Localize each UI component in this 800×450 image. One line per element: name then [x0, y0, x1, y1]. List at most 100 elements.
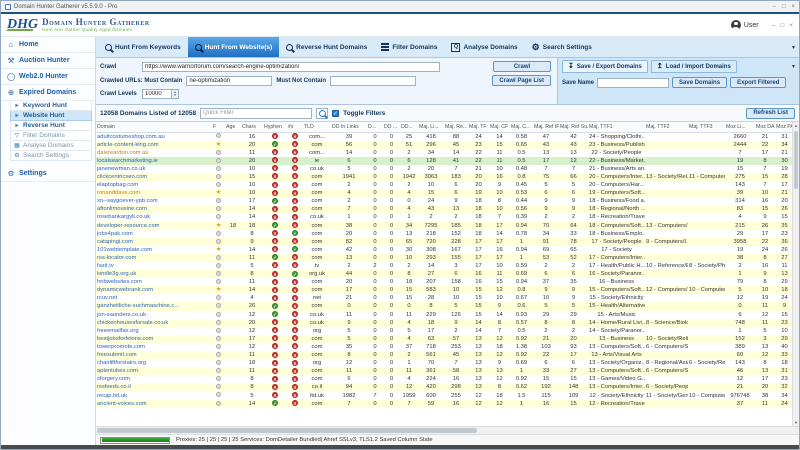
column-header-moz-da[interactable]: Moz DA: [755, 122, 775, 132]
table-row[interactable]: rssfeeds.co.il8✕✕co.il9400124202981380.6…: [96, 383, 794, 391]
dot-flag-icon[interactable]: [216, 368, 221, 373]
sidebar-item-settings[interactable]: ⚙Settings: [1, 166, 95, 182]
tab-reverse-hunt-domains[interactable]: Reverse Hunt Domains: [279, 37, 374, 57]
domain-link[interactable]: adultcostumeshop.com.au: [97, 134, 165, 140]
domain-link[interactable]: catapingi.com: [97, 239, 133, 245]
domain-link[interactable]: hnbwebsites.com: [97, 279, 142, 285]
domain-link[interactable]: jon-saunders.co.uk: [97, 312, 146, 318]
table-row[interactable]: ronanddave.com★10✕✕com400415619100.53661…: [96, 189, 794, 197]
dot-flag-icon[interactable]: [216, 214, 221, 219]
scroll-down-icon[interactable]: ▼: [793, 419, 799, 426]
domain-link[interactable]: xn--saygoever-ypb.com: [97, 198, 158, 204]
dot-flag-icon[interactable]: [216, 352, 221, 357]
dot-flag-icon[interactable]: [216, 263, 221, 268]
table-row[interactable]: freeemailfax.org12✕✕org50051721470.52214…: [96, 327, 794, 335]
dot-flag-icon[interactable]: [216, 239, 221, 244]
scroll-up-icon[interactable]: ▲: [793, 122, 799, 129]
star-icon[interactable]: ★: [216, 286, 222, 293]
table-row[interactable]: elaptopbag.com10✕✕com20021062090.455520 …: [96, 181, 794, 189]
search-icon[interactable]: [316, 108, 328, 119]
domain-link[interactable]: fazit.tv: [97, 263, 114, 269]
table-row[interactable]: recap.ltd.uk5✕✕ltd.uk1982701959600255121…: [96, 392, 794, 400]
column-header-maj-ttf3[interactable]: Maj. TTF3: [688, 122, 725, 132]
domain-link[interactable]: ronanddave.com: [97, 190, 140, 196]
dot-flag-icon[interactable]: [216, 336, 221, 341]
table-row[interactable]: jobs4pak.com8✕✓com20001321815218140.7834…: [96, 230, 794, 238]
domain-link[interactable]: chairliftforstairs.org: [97, 360, 146, 366]
refresh-list-button[interactable]: Refresh List: [746, 108, 795, 119]
dot-flag-icon[interactable]: [216, 401, 221, 406]
dot-flag-icon[interactable]: [216, 206, 221, 211]
tab-hunt-from-keywords[interactable]: Hunt From Keywords: [98, 37, 188, 57]
horizontal-scrollbar[interactable]: [96, 426, 799, 434]
table-row[interactable]: freesubmit.com11✕✕com80025614513120.9222…: [96, 351, 794, 359]
column-header-moz-li[interactable]: Moz Li...: [725, 122, 755, 132]
export-panel-caret-icon[interactable]: ▾: [792, 63, 795, 70]
domain-link[interactable]: 101webtemplate.com: [97, 247, 152, 253]
column-header-hyphen[interactable]: Hyphen: [263, 122, 287, 132]
quick-filter-input[interactable]: [200, 108, 312, 119]
column-header-maj-ttf2[interactable]: Maj. TTF2: [645, 122, 688, 132]
table-row[interactable]: rcuv.net4✕✕net210015281015100.6710915 - …: [96, 294, 794, 302]
column-header-chars[interactable]: Chars: [241, 122, 263, 132]
domain-link[interactable]: recap.ltd.uk: [97, 393, 127, 399]
dot-flag-icon[interactable]: [216, 320, 221, 325]
table-row[interactable]: bestjobsforfelons.com17✕✕com500463571312…: [96, 335, 794, 343]
close-button[interactable]: ×: [791, 4, 795, 10]
column-header-maj-ref-ips[interactable]: Maj. Ref IPs: [533, 122, 559, 132]
dot-flag-icon[interactable]: [216, 231, 221, 236]
domain-link[interactable]: aplentubes.com: [97, 368, 138, 374]
dot-flag-icon[interactable]: [216, 360, 221, 365]
crawl-url-input[interactable]: [142, 62, 440, 72]
dot-flag-icon[interactable]: [216, 384, 221, 389]
crawl-button[interactable]: Crawl: [493, 61, 551, 72]
domain-link[interactable]: ancient-voices.com: [97, 401, 147, 407]
dot-flag-icon[interactable]: [216, 182, 221, 187]
domain-link[interactable]: rosebankargyll.co.uk: [97, 214, 150, 220]
table-row[interactable]: adultcostumeshop.com.au16✕✕com...3900254…: [96, 132, 794, 141]
domain-link[interactable]: jobs4pak.com: [97, 231, 133, 237]
column-header-maj-cf[interactable]: Maj. CF: [489, 122, 510, 132]
domain-link[interactable]: janenewman.co.uk: [97, 166, 145, 172]
column-header-maj-re[interactable]: Maj. Re...: [444, 122, 468, 132]
dot-flag-icon[interactable]: [216, 271, 221, 276]
domain-link[interactable]: freeemailfax.org: [97, 328, 139, 334]
column-header-maj-ref-su[interactable]: Maj. Ref Su...: [559, 122, 588, 132]
column-header-tld[interactable]: TLD: [303, 122, 331, 132]
star-icon[interactable]: ★: [216, 189, 222, 196]
sidebar-item-expired-domains[interactable]: ⊕Expired Domains: [1, 85, 95, 101]
column-header-age[interactable]: Age: [225, 122, 241, 132]
table-row[interactable]: aplentubes.com11✕✕com1100113615813131332…: [96, 367, 794, 375]
table-row[interactable]: hnbwebsites.com11✕✕com20001820715816150.…: [96, 278, 794, 286]
crawl-page-list-button[interactable]: Crawl Page List: [492, 75, 551, 86]
column-header-dd[interactable]: DD ...: [383, 122, 400, 132]
tab-search-settings[interactable]: ⚙Search Settings: [525, 37, 599, 57]
domain-link[interactable]: freesubmit.com: [97, 352, 137, 358]
table-row[interactable]: sforgery.com8✕✕com60042241613120.9215151…: [96, 375, 794, 383]
horizontal-scroll-thumb[interactable]: [97, 428, 477, 433]
sidebar-item-filter-domains[interactable]: ▽Filter Domains: [10, 131, 92, 141]
column-header-maj-c[interactable]: Maj. C...: [510, 122, 533, 132]
dot-flag-icon[interactable]: [216, 303, 221, 308]
tab-hunt-from-website-s[interactable]: Hunt From Website(s): [188, 37, 279, 57]
maximize-button[interactable]: □: [782, 4, 786, 10]
toolbar-overflow-caret-icon[interactable]: ▾: [792, 44, 799, 51]
export-filtered-button[interactable]: Export Filtered: [730, 77, 786, 88]
sidebar-item-website-hunt[interactable]: ▸Website Hunt: [10, 111, 92, 121]
table-row[interactable]: chickenhousesforsale.co.uk20✕✕co.uk90041…: [96, 319, 794, 327]
table-row[interactable]: xn--saygoever-ypb.com17✓✕com20002491880.…: [96, 197, 794, 205]
table-row[interactable]: dalereardon.com.au11✕✕com...140023414221…: [96, 149, 794, 157]
sidebar-item-keyword-hunt[interactable]: ▸Keyword Hunt: [10, 101, 92, 111]
dot-flag-icon[interactable]: [216, 150, 221, 155]
sidebar-item-analyse-domains[interactable]: ▦Analyse Domains: [10, 141, 92, 151]
table-row[interactable]: developer-resource.com★1818✓✕com38003472…: [96, 222, 794, 230]
sidebar-item-reverse-hunt[interactable]: ▸Reverse Hunt: [10, 121, 92, 131]
dot-flag-icon[interactable]: [216, 328, 221, 333]
table-row[interactable]: kindle3g.org.uk8✕✓org.uk4400827616110.69…: [96, 270, 794, 278]
crawl-levels-spinner[interactable]: ▲▼: [172, 89, 179, 99]
maximize-button-inner[interactable]: □: [780, 22, 784, 29]
close-button-inner[interactable]: ×: [789, 22, 793, 29]
star-icon[interactable]: ★: [216, 246, 222, 253]
domain-link[interactable]: article-content-king.com: [97, 142, 159, 148]
column-header-maj-li[interactable]: Maj. Li...: [418, 122, 444, 132]
